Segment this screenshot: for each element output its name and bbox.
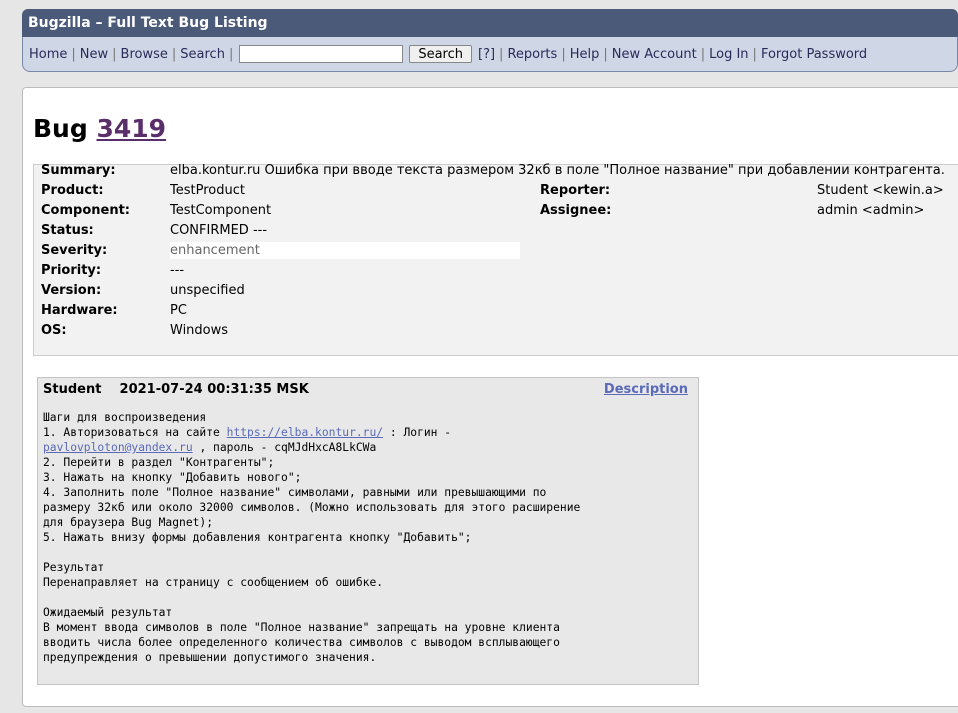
- page-header: Bugzilla – Full Text Bug Listing: [22, 9, 958, 37]
- summary-value: elba.kontur.ru Ошибка при вводе текста р…: [170, 163, 945, 178]
- comment-line: 1. Авторизоваться на сайте: [43, 426, 227, 439]
- nav-separator: |: [228, 46, 234, 62]
- description-link[interactable]: Description: [604, 382, 688, 397]
- bug-id-link[interactable]: 3419: [96, 114, 166, 143]
- comment-header: Student 2021-07-24 00:31:35 MSK: [43, 382, 309, 397]
- status-label: Status:: [41, 223, 94, 238]
- nav-separator: |: [499, 46, 504, 62]
- nav-help-question-link[interactable]: [?]: [478, 47, 495, 62]
- comment-line: предупреждения о превышении допустимого …: [43, 651, 377, 664]
- comment-line: Результат: [43, 561, 105, 574]
- comment-line: размеру 32кб или около 32000 символов. (…: [43, 501, 581, 514]
- nav-bar: Home | New | Browse | Search | Search [?] | R…: [22, 37, 958, 72]
- version-label: Version:: [41, 283, 102, 298]
- nav-separator: |: [700, 46, 706, 62]
- nav-separator: |: [752, 46, 757, 62]
- nav-search-link[interactable]: Search: [180, 47, 225, 62]
- product-label: Product:: [41, 183, 104, 198]
- comment-line: вводить числа более определенного количе…: [43, 636, 560, 649]
- comment-timestamp: 2021-07-24 00:31:35 MSK: [119, 382, 309, 397]
- nav-separator: |: [171, 46, 177, 62]
- version-value: unspecified: [170, 283, 245, 298]
- bug-title-prefix: Bug: [33, 114, 88, 143]
- bug-fields-table: Summary: elba.kontur.ru Ошибка при вводе…: [33, 163, 958, 356]
- os-value: Windows: [170, 323, 229, 338]
- comment-line: Перенаправляет на страницу с сообщением …: [43, 576, 384, 589]
- severity-value: enhancement: [170, 242, 520, 259]
- summary-label: Summary:: [41, 163, 116, 178]
- comment-line: 5. Нажать внизу формы добавления контраг…: [43, 531, 472, 544]
- reporter-label: Reporter:: [540, 183, 611, 198]
- nav-reports-link[interactable]: Reports: [507, 47, 557, 62]
- quick-search-button[interactable]: Search: [409, 45, 472, 63]
- component-value: TestComponent: [170, 203, 272, 218]
- nav-login-link[interactable]: Log In: [709, 47, 748, 62]
- severity-value-wrap: enhancement: [170, 241, 520, 261]
- hardware-label: Hardware:: [41, 303, 118, 318]
- os-label: OS:: [41, 323, 67, 338]
- comment-line: 3. Нажать на кнопку "Добавить нового";: [43, 471, 302, 484]
- comment-author: Student: [43, 382, 102, 397]
- nav-forgot-password-link[interactable]: Forgot Password: [761, 47, 867, 62]
- status-value: CONFIRMED ---: [170, 223, 268, 238]
- nav-new-link[interactable]: New: [80, 47, 108, 62]
- quick-search-input[interactable]: [239, 45, 404, 63]
- comment-line: , пароль - cqMJdHxcA8LkCWa: [192, 441, 377, 454]
- nav-browse-link[interactable]: Browse: [121, 47, 168, 62]
- nav-separator: |: [603, 46, 608, 62]
- nav-separator: |: [112, 46, 117, 62]
- page-header-title: Bugzilla – Full Text Bug Listing: [28, 15, 268, 31]
- comment-line: : Логин -: [383, 426, 452, 439]
- priority-value: ---: [170, 263, 185, 278]
- nav-help-link[interactable]: Help: [570, 47, 600, 62]
- assignee-label: Assignee:: [540, 203, 612, 218]
- comment-line: 2. Перейти в раздел "Контрагенты";: [43, 456, 275, 469]
- comment-line: 4. Заполнить поле "Полное название" симв…: [43, 486, 547, 499]
- email-link[interactable]: pavlovploton@yandex.ru: [43, 441, 193, 454]
- nav-home-link[interactable]: Home: [29, 47, 67, 62]
- assignee-value: admin <admin>: [817, 203, 925, 218]
- comment-line: для браузера Bug Magnet);: [43, 516, 214, 529]
- site-url-link[interactable]: https://elba.kontur.ru/: [227, 426, 383, 439]
- comment-line: Ожидаемый результат: [43, 606, 173, 619]
- nav-separator: |: [71, 46, 76, 62]
- nav-new-account-link[interactable]: New Account: [612, 47, 697, 62]
- comment-block: Student 2021-07-24 00:31:35 MSK Descript…: [37, 377, 699, 685]
- severity-label: Severity:: [41, 243, 108, 258]
- bug-content-panel: Bug 3419 Summary: elba.kontur.ru Ошибка …: [22, 87, 958, 707]
- nav-separator: |: [561, 46, 566, 62]
- comment-line: Шаги для воспроизведения: [43, 411, 207, 424]
- comment-line: В момент ввода символов в поле "Полное н…: [43, 621, 560, 634]
- bug-title: Bug 3419: [33, 114, 166, 143]
- priority-label: Priority:: [41, 263, 102, 278]
- product-value: TestProduct: [170, 183, 245, 198]
- hardware-value: PC: [170, 303, 187, 318]
- component-label: Component:: [41, 203, 130, 218]
- reporter-value: Student <kewin.a>: [817, 183, 944, 198]
- comment-text: Шаги для воспроизведения 1. Авторизовать…: [43, 410, 580, 665]
